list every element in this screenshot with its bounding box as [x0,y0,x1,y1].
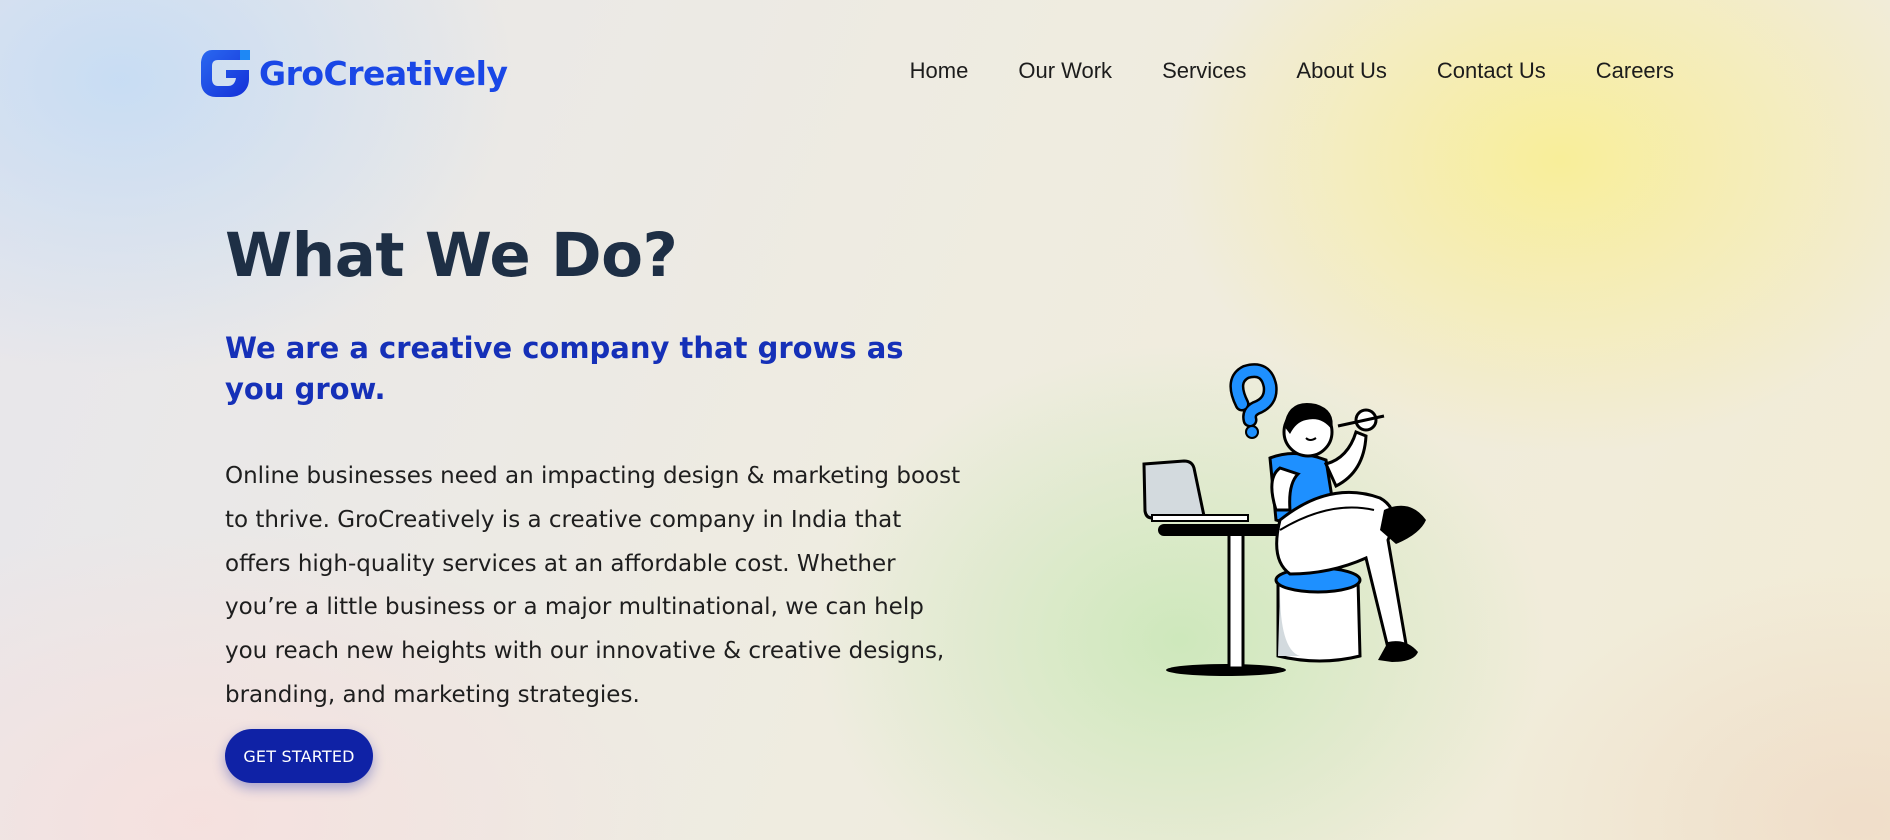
logo-text: GroCreatively [259,53,508,93]
nav-careers[interactable]: Careers [1596,58,1674,84]
nav-services[interactable]: Services [1162,58,1246,84]
site-header: GroCreatively Home Our Work Services Abo… [0,0,1890,150]
nav-our-work[interactable]: Our Work [1018,58,1112,84]
hero-section: What We Do? We are a creative company th… [225,218,965,718]
hero-subtitle: We are a creative company that grows as … [225,331,904,406]
get-started-button[interactable]: GET STARTED [225,729,373,783]
g-logo-icon [201,50,250,97]
logo[interactable]: GroCreatively [198,46,508,100]
nav-about-us[interactable]: About Us [1296,58,1387,84]
nav-home[interactable]: Home [910,58,969,84]
hero-description: Online businesses need an impacting desi… [225,463,961,708]
nav-contact-us[interactable]: Contact Us [1437,58,1546,84]
person-thinking-at-laptop-illustration [1142,363,1426,676]
main-nav: Home Our Work Services About Us Contact … [910,58,1674,84]
hero-title: What We Do? [225,220,678,291]
